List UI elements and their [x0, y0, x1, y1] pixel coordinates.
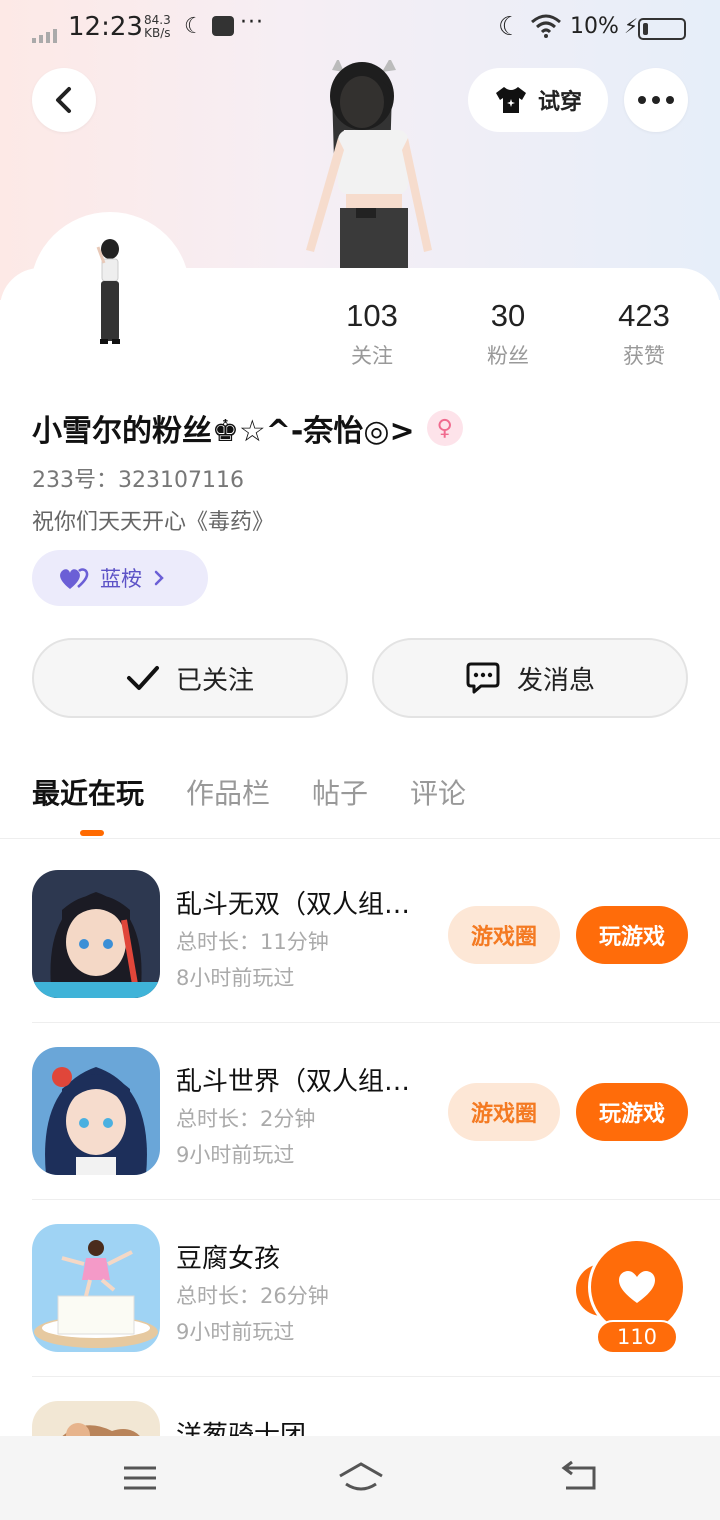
follow-button-label: 已关注 [175, 665, 254, 696]
charging-icon: ⚡ [624, 14, 639, 38]
stat-likes[interactable]: 423 获赞 [584, 298, 704, 370]
message-button[interactable]: 发消息 [372, 638, 688, 718]
try-on-button[interactable]: 试穿 [468, 68, 608, 132]
avatar-figure-icon [96, 239, 120, 344]
tab-works[interactable]: 作品栏 [186, 772, 270, 812]
wifi-icon [531, 14, 561, 38]
try-on-label: 试穿 [537, 90, 582, 115]
chevron-right-icon [154, 570, 164, 586]
stat-following[interactable]: 103 关注 [312, 298, 432, 370]
network-speed-unit: KB/s [144, 26, 171, 40]
like-count: 110 [596, 1320, 678, 1354]
game-icon [32, 1401, 160, 1436]
moon-icon: ☾ [184, 14, 204, 39]
game-duration: 总时长：11分钟 [176, 930, 329, 954]
play-game-button[interactable]: 玩游戏 [576, 906, 688, 964]
game-circle-button[interactable]: 游戏圈 [448, 1083, 560, 1141]
profile-name: 小雪尔的粉丝♚☆^-奈怡◎> [32, 414, 415, 449]
game-circle-button[interactable]: 游戏圈 [448, 906, 560, 964]
game-icon [32, 1047, 160, 1175]
message-button-label: 发消息 [516, 665, 595, 696]
follow-button[interactable]: 已关注 [32, 638, 348, 718]
system-nav-bar [0, 1436, 720, 1520]
signal-icon [32, 24, 60, 43]
list-item[interactable]: 乱斗无双（双人组… 总时长：11分钟 8小时前玩过 游戏圈 玩游戏 [0, 840, 720, 1023]
more-notifications-icon: ··· [240, 10, 264, 35]
battery-icon [638, 18, 686, 40]
heart-icon [619, 1271, 655, 1303]
female-icon: ♀ [426, 410, 463, 446]
status-bar: 12:23 84.3 KB/s ☾ ··· ☾ 10% ⚡ [0, 0, 720, 58]
chat-icon [466, 662, 500, 694]
double-heart-icon [60, 568, 89, 589]
notification-icon [212, 16, 234, 36]
stat-likes-value: 423 [618, 298, 670, 333]
back-nav-icon[interactable] [560, 1460, 600, 1496]
check-icon [126, 666, 159, 690]
chevron-left-icon [56, 87, 71, 113]
game-last-played: 9小时前玩过 [176, 1143, 295, 1167]
stat-followers-label: 粉丝 [487, 344, 529, 368]
active-tab-indicator [80, 830, 104, 836]
home-icon[interactable] [336, 1460, 386, 1496]
game-title: 豆腐女孩 [176, 1244, 281, 1274]
stat-followers[interactable]: 30 粉丝 [448, 298, 568, 370]
game-last-played: 8小时前玩过 [176, 966, 295, 990]
more-options-button[interactable] [624, 68, 688, 132]
game-duration: 总时长：26分钟 [176, 1284, 329, 1308]
status-time: 12:23 [68, 12, 143, 42]
tabs-divider [0, 838, 720, 839]
game-title: 乱斗世界（双人组… [176, 1067, 411, 1097]
tshirt-icon [495, 87, 526, 113]
avatar-3d-figure [306, 60, 432, 270]
game-title: 洋葱骑士团 [176, 1421, 307, 1436]
tab-posts[interactable]: 帖子 [312, 772, 368, 812]
network-speed: 84.3 KB/s [144, 14, 171, 40]
profile-signature: 祝你们天天开心《毒药》 [32, 510, 275, 535]
profile-tag-label: 蓝桉 [100, 567, 142, 591]
tab-comments[interactable]: 评论 [410, 772, 466, 812]
profile-tabs: 最近在玩 作品栏 帖子 评论 [32, 772, 508, 812]
battery-level: 10% [570, 14, 619, 39]
more-icon [638, 96, 674, 104]
play-game-button[interactable]: 玩游戏 [576, 1083, 688, 1141]
back-button[interactable] [32, 68, 96, 132]
game-duration: 总时长：2分钟 [176, 1107, 316, 1131]
game-last-played: 9小时前玩过 [176, 1320, 295, 1344]
stat-followers-value: 30 [490, 298, 526, 333]
game-icon [32, 870, 160, 998]
stat-following-value: 103 [346, 298, 398, 333]
game-title: 乱斗无双（双人组… [176, 890, 411, 920]
list-item[interactable]: 洋葱骑士团 [0, 1371, 720, 1436]
tab-recent-played[interactable]: 最近在玩 [32, 772, 144, 812]
do-not-disturb-icon: ☾ [498, 12, 522, 42]
stat-likes-label: 获赞 [623, 344, 665, 368]
user-id: 233号：323107116 [32, 468, 244, 493]
profile-name-row: 小雪尔的粉丝♚☆^-奈怡◎> ♀ [32, 406, 463, 450]
list-item[interactable]: 乱斗世界（双人组… 总时长：2分钟 9小时前玩过 游戏圈 玩游戏 [0, 1017, 720, 1200]
profile-tag-chip[interactable]: 蓝桉 [32, 550, 208, 606]
menu-icon[interactable] [122, 1460, 158, 1496]
stat-following-label: 关注 [351, 344, 393, 368]
avatar[interactable] [34, 216, 186, 368]
game-icon [32, 1224, 160, 1352]
